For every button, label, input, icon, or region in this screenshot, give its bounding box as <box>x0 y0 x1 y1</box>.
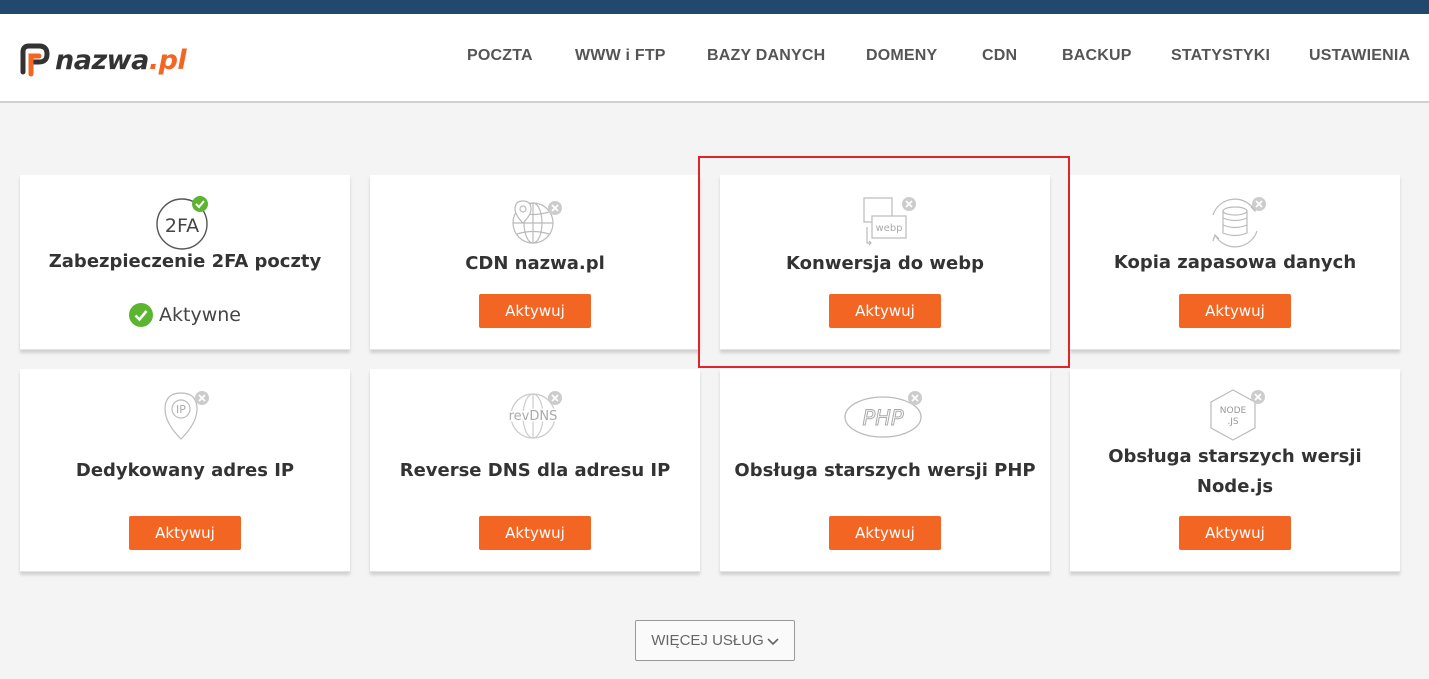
more-services-button[interactable]: WIĘCEJ USŁUG <box>635 620 795 661</box>
activate-button-php[interactable]: Aktywuj <box>829 516 941 550</box>
check-circle-icon <box>129 303 154 327</box>
service-card-2fa: 2FA Zabezpieczenie 2FA poczty Aktywne <box>20 175 350 350</box>
nodejs-icon: NODE .JS <box>1210 389 1265 441</box>
nav-item-ustawienia[interactable]: USTAWIENIA <box>1309 47 1410 65</box>
card-title: Reverse DNS dla adresu IP <box>399 460 671 481</box>
activate-button-webp[interactable]: Aktywuj <box>829 294 941 328</box>
nav-item-poczta[interactable]: POCZTA <box>467 47 533 65</box>
svg-text:NODE: NODE <box>1220 406 1247 416</box>
status-label: Aktywne <box>159 304 241 326</box>
card-title: Kopia zapasowa danych <box>1113 252 1357 273</box>
activate-button-backup[interactable]: Aktywuj <box>1179 294 1291 328</box>
activate-button-cdn[interactable]: Aktywuj <box>479 294 591 328</box>
ip-pin-icon: IP <box>164 391 209 440</box>
status-active: Aktywne <box>20 303 350 327</box>
service-card-dedicated-ip: IP Dedykowany adres IP Aktywuj <box>20 369 350 572</box>
service-card-reverse-dns: revDNS Reverse DNS dla adresu IP Aktywuj <box>370 369 700 572</box>
more-services-label: WIĘCEJ USŁUG <box>651 632 764 649</box>
card-title: Zabezpieczenie 2FA poczty <box>48 251 322 272</box>
card-title: CDN nazwa.pl <box>465 253 605 274</box>
nav-item-domeny[interactable]: DOMENY <box>866 47 937 65</box>
top-bar <box>0 0 1429 14</box>
main-nav: POCZTA WWW i FTP BAZY DANYCH DOMENY CDN … <box>0 47 1429 69</box>
svg-text:2FA: 2FA <box>165 215 199 237</box>
activate-button-reverse-dns[interactable]: Aktywuj <box>479 516 591 550</box>
service-card-backup: Kopia zapasowa danych Aktywuj <box>1070 175 1400 350</box>
service-card-webp: webp Konwersja do webp Aktywuj <box>720 175 1050 350</box>
nav-item-www-ftp[interactable]: WWW i FTP <box>575 47 666 65</box>
svg-text:revDNS: revDNS <box>509 409 558 424</box>
2fa-icon: 2FA <box>156 196 208 250</box>
svg-text:IP: IP <box>176 403 186 416</box>
service-card-nodejs: NODE .JS Obsługa starszych wersji Node.j… <box>1070 369 1400 572</box>
webp-convert-icon: webp <box>863 197 916 246</box>
card-title: Obsługa starszych wersji Node.js <box>1108 446 1362 497</box>
activate-button-dedicated-ip[interactable]: Aktywuj <box>129 516 241 550</box>
chevron-down-icon <box>767 637 779 645</box>
header: nazwa.pl POCZTA WWW i FTP BAZY DANYCH DO… <box>0 14 1429 103</box>
php-icon: PHP <box>844 391 922 438</box>
svg-text:PHP: PHP <box>862 406 903 430</box>
nav-item-bazy-danych[interactable]: BAZY DANYCH <box>707 47 825 65</box>
card-title: Konwersja do webp <box>786 253 984 274</box>
service-card-php: PHP Obsługa starszych wersji PHP Aktywuj <box>720 369 1050 572</box>
nav-item-backup[interactable]: BACKUP <box>1062 47 1132 65</box>
nav-item-cdn[interactable]: CDN <box>982 47 1017 65</box>
svg-text:.JS: .JS <box>1227 417 1239 427</box>
cdn-globe-icon <box>512 200 562 244</box>
service-card-cdn: CDN nazwa.pl Aktywuj <box>370 175 700 350</box>
card-title: Obsługa starszych wersji PHP <box>734 460 1036 481</box>
database-backup-icon <box>1212 197 1266 248</box>
svg-text:webp: webp <box>875 223 902 234</box>
card-title: Dedykowany adres IP <box>75 460 295 481</box>
nav-item-statystyki[interactable]: STATYSTYKI <box>1171 47 1270 65</box>
revdns-globe-icon: revDNS <box>507 391 562 439</box>
activate-button-nodejs[interactable]: Aktywuj <box>1179 516 1291 550</box>
